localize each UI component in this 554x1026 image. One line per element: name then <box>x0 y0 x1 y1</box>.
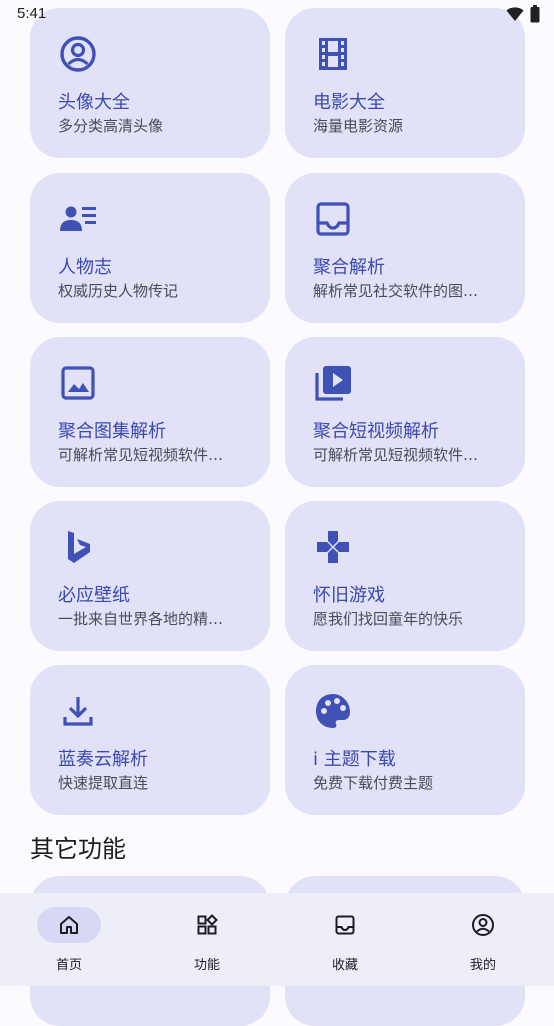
nav-label: 首页 <box>55 958 82 973</box>
nav-active-indicator <box>37 907 101 943</box>
card-gallery-parse[interactable]: 聚合图集解析 可解析常见短视频软件… <box>30 337 270 487</box>
card-title: 怀旧游戏 <box>313 585 385 606</box>
inbox-icon <box>335 915 355 935</box>
card-subtitle: 一批来自世界各地的精… <box>58 610 224 628</box>
account-circle-icon <box>58 34 98 74</box>
card-title: 头像大全 <box>58 92 130 113</box>
nav-label: 功能 <box>193 958 220 973</box>
card-subtitle: 免费下载付费主题 <box>313 774 434 792</box>
card-aggregate-parse[interactable]: 聚合解析 解析常见社交软件的图… <box>285 173 525 323</box>
download-icon <box>58 691 98 731</box>
card-title: 人物志 <box>58 257 112 278</box>
section-title: 其它功能 <box>30 835 126 863</box>
card-title: 聚合图集解析 <box>58 421 166 442</box>
bing-icon <box>58 527 98 567</box>
nav-label: 我的 <box>469 958 496 973</box>
nav-label: 收藏 <box>331 958 358 973</box>
card-lanzou-parse[interactable]: 蓝奏云解析 快速提取直连 <box>30 665 270 815</box>
card-retro-games[interactable]: 怀旧游戏 愿我们找回童年的快乐 <box>285 501 525 651</box>
gamepad-icon <box>313 527 353 567</box>
status-bar: 5:41 <box>0 0 554 30</box>
card-title: 聚合短视频解析 <box>313 421 439 442</box>
movie-icon <box>313 34 353 74</box>
battery-icon <box>530 5 540 23</box>
card-title: 聚合解析 <box>313 257 385 278</box>
status-time: 5:41 <box>17 5 47 22</box>
card-subtitle: 多分类高清头像 <box>58 117 164 135</box>
card-avatar[interactable]: 头像大全 多分类高清头像 <box>30 8 270 158</box>
nav-icon-holder <box>313 907 377 943</box>
card-subtitle: 可解析常见短视频软件… <box>58 446 224 464</box>
nav-icon-holder <box>451 907 515 943</box>
card-title: 电影大全 <box>313 92 385 113</box>
card-short-video-parse[interactable]: 聚合短视频解析 可解析常见短视频软件… <box>285 337 525 487</box>
nav-item-features[interactable]: 功能 <box>138 893 276 986</box>
card-biographies[interactable]: 人物志 权威历史人物传记 <box>30 173 270 323</box>
nav-item-profile[interactable]: 我的 <box>414 893 552 986</box>
image-icon <box>58 363 98 403</box>
video-library-icon <box>313 363 353 403</box>
card-subtitle: 权威历史人物传记 <box>58 282 179 300</box>
bottom-nav: 首页 功能 收藏 我的 <box>0 893 554 986</box>
nav-item-home[interactable]: 首页 <box>0 893 138 986</box>
card-movies[interactable]: 电影大全 海量电影资源 <box>285 8 525 158</box>
status-icons <box>506 5 540 23</box>
home-icon <box>60 916 78 934</box>
wifi-icon <box>506 7 524 21</box>
card-title: i 主题下载 <box>313 749 396 770</box>
person-list-icon <box>58 199 98 239</box>
palette-icon <box>313 691 353 731</box>
card-subtitle: 解析常见社交软件的图… <box>313 282 479 300</box>
card-subtitle: 可解析常见短视频软件… <box>313 446 479 464</box>
widgets-icon <box>197 914 218 935</box>
account-circle-icon <box>472 914 494 936</box>
nav-item-favorites[interactable]: 收藏 <box>276 893 414 986</box>
card-bing-wallpaper[interactable]: 必应壁纸 一批来自世界各地的精… <box>30 501 270 651</box>
inbox-icon <box>313 199 353 239</box>
card-subtitle: 愿我们找回童年的快乐 <box>313 610 464 628</box>
card-title: 必应壁纸 <box>58 585 130 606</box>
card-subtitle: 海量电影资源 <box>313 117 404 135</box>
card-theme-download[interactable]: i 主题下载 免费下载付费主题 <box>285 665 525 815</box>
card-title: 蓝奏云解析 <box>58 749 148 770</box>
nav-icon-holder <box>175 907 239 943</box>
card-subtitle: 快速提取直连 <box>58 774 149 792</box>
